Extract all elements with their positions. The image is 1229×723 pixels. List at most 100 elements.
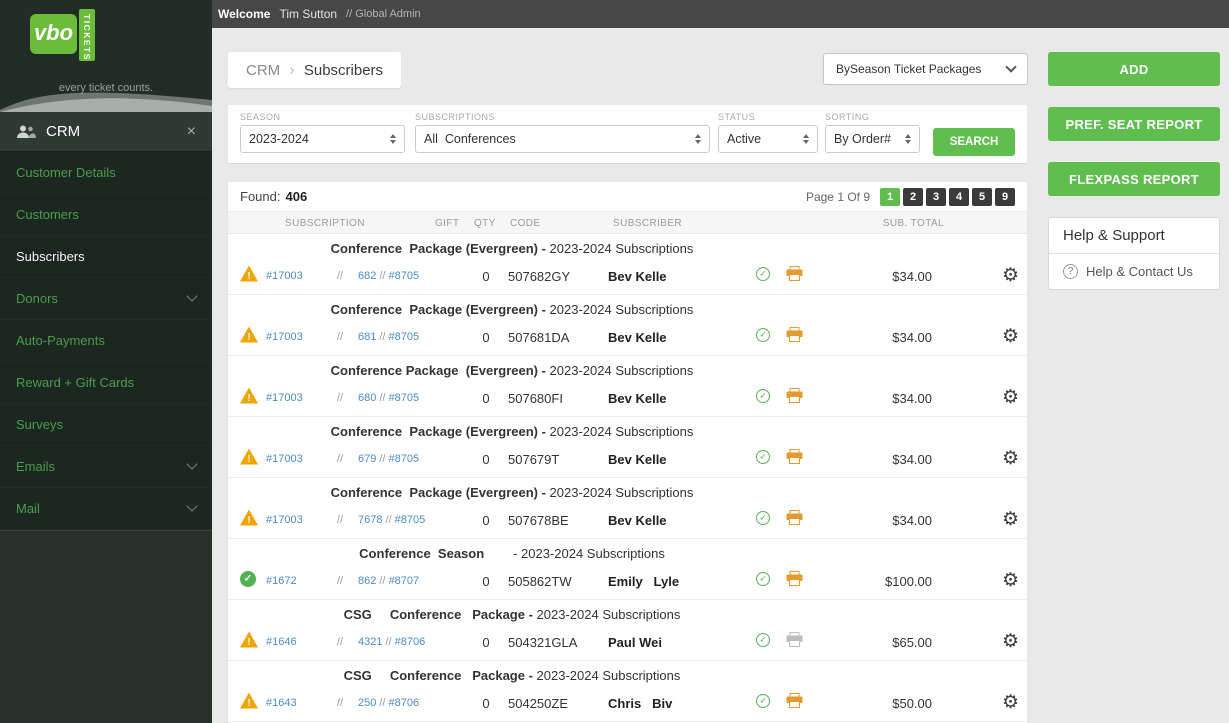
qty-value: 0 (464, 696, 508, 711)
page-button-3[interactable]: 3 (926, 188, 946, 206)
subscription-id-link[interactable]: 682 (358, 270, 376, 282)
vbo-logo[interactable]: vbo TICKETS (30, 9, 95, 61)
search-button[interactable]: SEARCH (933, 128, 1015, 156)
add-button[interactable]: ADD (1048, 52, 1220, 86)
sidebar-item-label: Customers (16, 207, 79, 222)
subscription-title: Conference Package (Evergreen) - 2023-20… (228, 302, 796, 324)
help-contact-link[interactable]: Help & Contact Us (1049, 254, 1219, 289)
subscriber-name: Bev Kelle (608, 452, 756, 467)
gear-icon[interactable] (1002, 449, 1027, 469)
code-value: 505862TW (508, 574, 608, 589)
printer-icon[interactable] (786, 693, 820, 713)
package-id-link[interactable]: #8705 (388, 331, 419, 343)
sorting-select[interactable]: By Order# (825, 125, 920, 153)
subscriber-name: Emily Lyle (608, 574, 756, 589)
breadcrumb-parent[interactable]: CRM (246, 62, 280, 79)
gear-icon[interactable] (1002, 571, 1027, 591)
page-button-5[interactable]: 5 (972, 188, 992, 206)
season-select[interactable]: 2023-2024 (240, 125, 405, 153)
order-link[interactable]: #1672 (266, 575, 322, 587)
sidebar-item-reward-gift-cards[interactable]: Reward + Gift Cards (0, 362, 212, 404)
printer-icon[interactable] (786, 327, 820, 347)
page-button-9[interactable]: 9 (995, 188, 1015, 206)
package-id-link[interactable]: #8705 (395, 514, 426, 526)
package-id-link[interactable]: #8707 (388, 575, 419, 587)
confirm-circle-icon[interactable] (756, 572, 770, 586)
printer-icon[interactable] (786, 388, 820, 408)
confirm-circle-icon[interactable] (756, 450, 770, 464)
subtotal-value: $65.00 (820, 635, 932, 650)
subscription-id-link[interactable]: 680 (358, 392, 376, 404)
confirm-circle-icon[interactable] (756, 511, 770, 525)
gear-icon[interactable] (1002, 632, 1027, 652)
view-mode-dropdown[interactable]: BySeason Ticket Packages (823, 53, 1028, 85)
sidebar-section-header: CRM × (0, 112, 212, 152)
page-button-1[interactable]: 1 (880, 188, 900, 206)
pref-seat-report-button[interactable]: PREF. SEAT REPORT (1048, 107, 1220, 141)
printer-icon[interactable] (786, 571, 820, 591)
flexpass-report-button[interactable]: FLEXPASS REPORT (1048, 162, 1220, 196)
package-id-link[interactable]: #8705 (388, 270, 419, 282)
order-link[interactable]: #17003 (266, 270, 322, 282)
separator: // (379, 270, 385, 282)
subscription-id-link[interactable]: 250 (358, 697, 376, 709)
package-id-link[interactable]: #8705 (388, 453, 419, 465)
question-circle-icon (1063, 264, 1078, 279)
current-user[interactable]: Tim Sutton (279, 7, 337, 21)
printer-icon[interactable] (786, 510, 820, 530)
confirm-circle-icon[interactable] (756, 389, 770, 403)
sidebar-item-mail[interactable]: Mail (0, 488, 212, 530)
gear-icon[interactable] (1002, 510, 1027, 530)
order-link[interactable]: #1646 (266, 636, 322, 648)
sidebar-item-surveys[interactable]: Surveys (0, 404, 212, 446)
separator: // (385, 636, 391, 648)
separator: // (322, 514, 358, 526)
gear-icon[interactable] (1002, 266, 1027, 286)
col-gift: GIFT (435, 218, 459, 229)
subscription-season: 2023-2024 Subscriptions (546, 363, 693, 378)
confirm-circle-icon[interactable] (756, 267, 770, 281)
sidebar-menu: Customer Details Customers Subscribers D… (0, 152, 212, 531)
confirm-circle-icon[interactable] (756, 633, 770, 647)
sidebar-item-emails[interactable]: Emails (0, 446, 212, 488)
sidebar-item-subscribers[interactable]: Subscribers (0, 236, 212, 278)
package-id-link[interactable]: #8706 (388, 697, 419, 709)
help-contact-label: Help & Contact Us (1086, 264, 1193, 279)
subscription-id-link[interactable]: 679 (358, 453, 376, 465)
status-icon (240, 571, 258, 587)
gear-icon[interactable] (1002, 388, 1027, 408)
order-link[interactable]: #1643 (266, 697, 322, 709)
subscriptions-select[interactable]: All Conferences (415, 125, 710, 153)
sidebar-item-auto-payments[interactable]: Auto-Payments (0, 320, 212, 362)
sidebar-item-donors[interactable]: Donors (0, 278, 212, 320)
help-support-panel: Help & Support Help & Contact Us (1048, 217, 1220, 290)
gear-icon[interactable] (1002, 327, 1027, 347)
subscription-name: Conference Package (Evergreen) - (331, 363, 546, 378)
printer-icon[interactable] (786, 632, 820, 652)
subscription-id-link[interactable]: 4321 (358, 636, 382, 648)
printer-icon[interactable] (786, 449, 820, 469)
gear-icon[interactable] (1002, 693, 1027, 713)
col-subscription: SUBSCRIPTION (285, 218, 365, 229)
confirm-circle-icon[interactable] (756, 328, 770, 342)
order-link[interactable]: #17003 (266, 453, 322, 465)
subscriber-name: Bev Kelle (608, 269, 756, 284)
table-body: Conference Package (Evergreen) - 2023-20… (228, 234, 1027, 722)
sidebar-item-customer-details[interactable]: Customer Details (0, 152, 212, 194)
page-button-4[interactable]: 4 (949, 188, 969, 206)
page-button-2[interactable]: 2 (903, 188, 923, 206)
printer-icon[interactable] (786, 266, 820, 286)
package-id-link[interactable]: #8705 (388, 392, 419, 404)
order-link[interactable]: #17003 (266, 392, 322, 404)
subscription-id-link[interactable]: 681 (358, 331, 376, 343)
sidebar-item-customers[interactable]: Customers (0, 194, 212, 236)
confirm-circle-icon[interactable] (756, 694, 770, 708)
order-link[interactable]: #17003 (266, 514, 322, 526)
close-icon[interactable]: × (187, 124, 196, 140)
subscription-id-link[interactable]: 7678 (358, 514, 382, 526)
order-link[interactable]: #17003 (266, 331, 322, 343)
subscription-id-link[interactable]: 862 (358, 575, 376, 587)
status-select[interactable]: Active (718, 125, 818, 153)
status-label: STATUS (718, 112, 818, 122)
package-id-link[interactable]: #8706 (395, 636, 426, 648)
